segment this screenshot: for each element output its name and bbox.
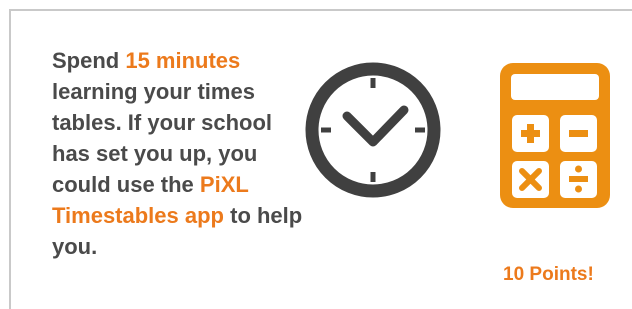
time-highlight: 15 minutes	[125, 48, 241, 73]
clock-icon	[305, 62, 441, 198]
task-description: Spend 15 minutes learning your times tab…	[52, 45, 307, 262]
calculator-icon	[500, 63, 610, 208]
points-label: 10 Points!	[503, 264, 594, 285]
task-text-part: Spend	[52, 48, 126, 73]
